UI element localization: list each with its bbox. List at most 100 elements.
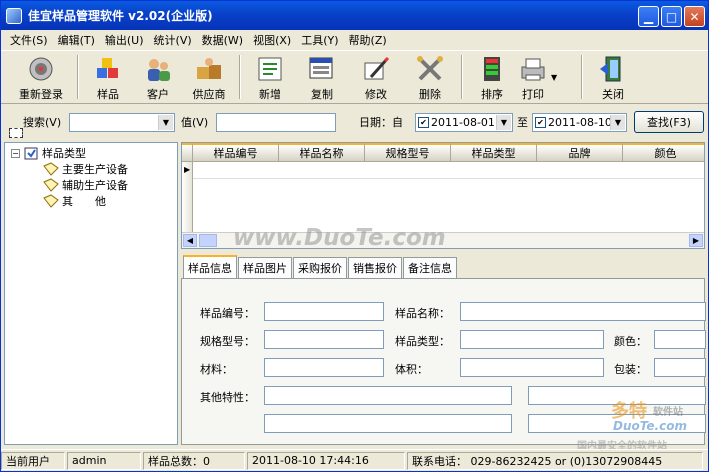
other-features-input-3[interactable] [264, 414, 512, 433]
date-to-picker[interactable]: ✔ 2011-08-10 ▼ [532, 112, 627, 132]
delete-button[interactable]: 删除 [403, 52, 457, 102]
tab-sample-info[interactable]: 样品信息 [183, 255, 237, 278]
watermark-brand-en: 软件站 [653, 407, 683, 418]
toolbar-separator [581, 55, 583, 99]
maximize-button[interactable]: □ [661, 6, 682, 27]
tree-root[interactable]: − 样品类型 [11, 145, 86, 161]
grid-corner [182, 143, 193, 162]
sort-button[interactable]: 排序 [467, 52, 517, 102]
value-input[interactable] [216, 112, 336, 132]
find-button[interactable]: 查找(F3) [634, 111, 704, 133]
sample-no-input[interactable] [264, 302, 384, 321]
column-header[interactable]: 样品编号 [193, 143, 279, 162]
folder-icon [24, 147, 38, 160]
other-features-input-1[interactable] [264, 386, 512, 405]
tab-sales-quote[interactable]: 销售报价 [348, 257, 402, 278]
menu-help[interactable]: 帮助(Z) [344, 32, 392, 48]
column-header[interactable]: 品牌 [537, 143, 623, 162]
close-app-button[interactable]: 关闭 [587, 52, 639, 102]
copy-icon [306, 55, 338, 83]
chevron-down-icon[interactable]: ▼ [610, 114, 625, 130]
supplier-icon [193, 55, 225, 83]
printer-icon [517, 55, 549, 83]
tree-item-other[interactable]: 其 他 [43, 193, 106, 209]
collapse-icon[interactable]: − [11, 148, 20, 158]
edit-button[interactable]: 修改 [349, 52, 403, 102]
sample-name-input[interactable] [460, 302, 706, 321]
tab-notes[interactable]: 备注信息 [403, 257, 457, 278]
toolbar-separator [461, 55, 463, 99]
tag-icon [43, 194, 59, 208]
menu-statistics[interactable]: 统计(V) [149, 32, 197, 48]
material-label: 材料： [200, 363, 233, 376]
menu-edit[interactable]: 编辑(T) [53, 32, 100, 48]
value-label: 值(V) [181, 116, 209, 129]
watermark-center: www.DuoTe.com [233, 225, 446, 251]
print-dropdown-icon[interactable]: ▼ [551, 73, 557, 82]
menu-view[interactable]: 视图(X) [248, 32, 296, 48]
menu-file[interactable]: 文件(S) [5, 32, 53, 48]
sort-icon [476, 55, 508, 83]
search-field-combo[interactable]: ▼ [69, 112, 175, 132]
print-button[interactable]: 打印 ▼ [517, 52, 577, 102]
add-button[interactable]: 新增 [245, 52, 295, 102]
model-input[interactable] [264, 330, 384, 349]
title-bar[interactable]: 佳宜样品管理软件 v2.02(企业版) ▁ □ ✕ [1, 1, 708, 30]
tree-item-main-equipment[interactable]: 主要生产设备 [43, 161, 128, 177]
date-from-checkbox[interactable]: ✔ [418, 116, 429, 128]
column-header[interactable]: 规格型号 [365, 143, 451, 162]
date-to-checkbox[interactable]: ✔ [535, 116, 546, 128]
main-window: 佳宜样品管理软件 v2.02(企业版) ▁ □ ✕ 文件(S) 编辑(T) 输出… [0, 0, 709, 472]
date-from-label: 日期：自 [359, 116, 403, 129]
toolbar: 重新登录 样品 客户 供应商 新增 复制 修改 删除 排序 打印 ▼ 关闭 [1, 52, 708, 104]
relogin-button[interactable]: 重新登录 [9, 52, 73, 102]
exit-door-icon [597, 55, 629, 83]
date-to-label: 至 [517, 116, 528, 129]
customer-button[interactable]: 客户 [133, 52, 183, 102]
search-bar: 搜索(V) ▼ 值(V) 日期：自 ✔ 2011-08-01 ▼ 至 ✔ 201… [1, 105, 708, 139]
column-header[interactable]: 样品名称 [279, 143, 365, 162]
status-datetime: 2011-08-10 17:44:16 [247, 451, 405, 470]
app-icon [6, 7, 22, 24]
tag-icon [43, 162, 59, 176]
column-header[interactable]: 颜色 [623, 143, 704, 162]
menu-data[interactable]: 数据(W) [197, 32, 248, 48]
minimize-button[interactable]: ▁ [638, 6, 659, 27]
sample-type-tree: − 样品类型 主要生产设备 辅助生产设备 其 他 [4, 142, 178, 445]
copy-button[interactable]: 复制 [295, 52, 349, 102]
scroll-left-icon[interactable]: ◀ [183, 234, 197, 247]
date-from-picker[interactable]: ✔ 2011-08-01 ▼ [415, 112, 513, 132]
tree-toggle-icon[interactable] [9, 128, 23, 138]
tab-purchase-quote[interactable]: 采购报价 [293, 257, 347, 278]
contact-phone: 联系电话： 029-86232425 or (0)13072908445 [407, 451, 703, 470]
tab-sample-images[interactable]: 样品图片 [238, 257, 292, 278]
volume-label: 体积： [395, 363, 428, 376]
chevron-down-icon[interactable]: ▼ [496, 114, 511, 130]
menu-output[interactable]: 输出(U) [100, 32, 149, 48]
supplier-button[interactable]: 供应商 [183, 52, 235, 102]
sample-button[interactable]: 样品 [83, 52, 133, 102]
row-indicator: ▶ [182, 162, 193, 232]
sample-icon [92, 55, 124, 83]
packaging-input[interactable] [654, 358, 706, 377]
menu-tools[interactable]: 工具(Y) [296, 32, 343, 48]
sample-type-label: 样品类型： [395, 335, 450, 348]
current-row-arrow-icon: ▶ [184, 165, 191, 174]
sample-type-input[interactable] [460, 330, 604, 349]
close-button[interactable]: ✕ [684, 6, 705, 27]
add-icon [254, 55, 286, 83]
current-user-label: 当前用户 [1, 451, 65, 470]
color-input[interactable] [654, 330, 706, 349]
chevron-down-icon[interactable]: ▼ [158, 114, 173, 130]
sample-name-label: 样品名称： [395, 307, 450, 320]
scroll-right-icon[interactable]: ▶ [689, 234, 703, 247]
tree-item-aux-equipment[interactable]: 辅助生产设备 [43, 177, 128, 193]
column-header[interactable]: 样品类型 [451, 143, 537, 162]
delete-icon [414, 55, 446, 83]
tag-icon [43, 178, 59, 192]
volume-input[interactable] [460, 358, 604, 377]
current-user-value: admin [67, 451, 141, 470]
scroll-thumb[interactable] [199, 234, 217, 247]
material-input[interactable] [264, 358, 384, 377]
table-row[interactable] [193, 162, 704, 179]
